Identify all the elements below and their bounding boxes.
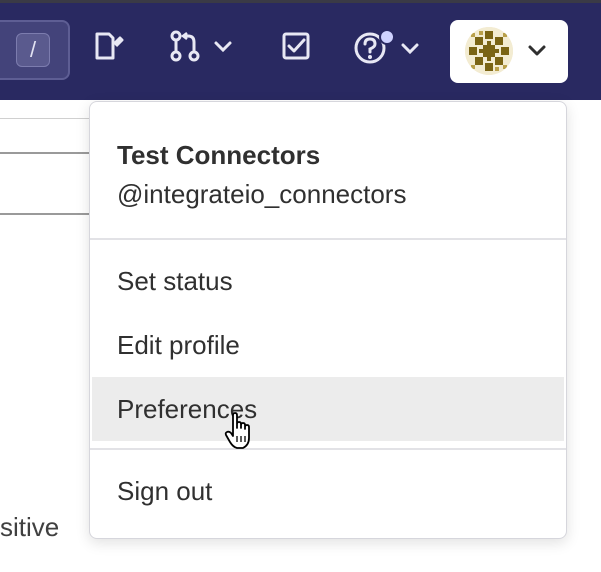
window-top-edge — [0, 0, 601, 3]
avatar — [465, 27, 513, 75]
menu-item-sign-out[interactable]: Sign out — [92, 459, 564, 523]
menu-item-set-status[interactable]: Set status — [92, 249, 564, 313]
user-menu-button[interactable] — [450, 20, 568, 83]
notification-dot-icon — [379, 29, 395, 45]
background-text: sitive — [0, 512, 60, 542]
user-dropdown-menu: Test Connectors @integrateio_connectors … — [89, 101, 567, 539]
todos-icon[interactable] — [280, 30, 312, 62]
menu-divider — [90, 238, 566, 240]
background-divider — [0, 118, 89, 119]
search-shortcut-key: / — [16, 33, 50, 67]
chevron-down-icon — [527, 43, 547, 64]
merge-requests-icon[interactable] — [168, 30, 238, 62]
menu-divider — [90, 448, 566, 450]
hand-cursor-icon — [224, 412, 256, 457]
issues-icon[interactable] — [92, 30, 124, 62]
menu-item-preferences[interactable]: Preferences — [92, 377, 564, 441]
top-navigation-bar: / — [0, 0, 601, 100]
user-username: @integrateio_connectors — [117, 179, 407, 209]
user-display-name: Test Connectors — [117, 140, 321, 170]
background-field-border — [0, 213, 89, 215]
menu-item-edit-profile[interactable]: Edit profile — [92, 313, 564, 377]
search-box[interactable]: / — [0, 20, 70, 80]
background-field-border — [0, 152, 89, 154]
